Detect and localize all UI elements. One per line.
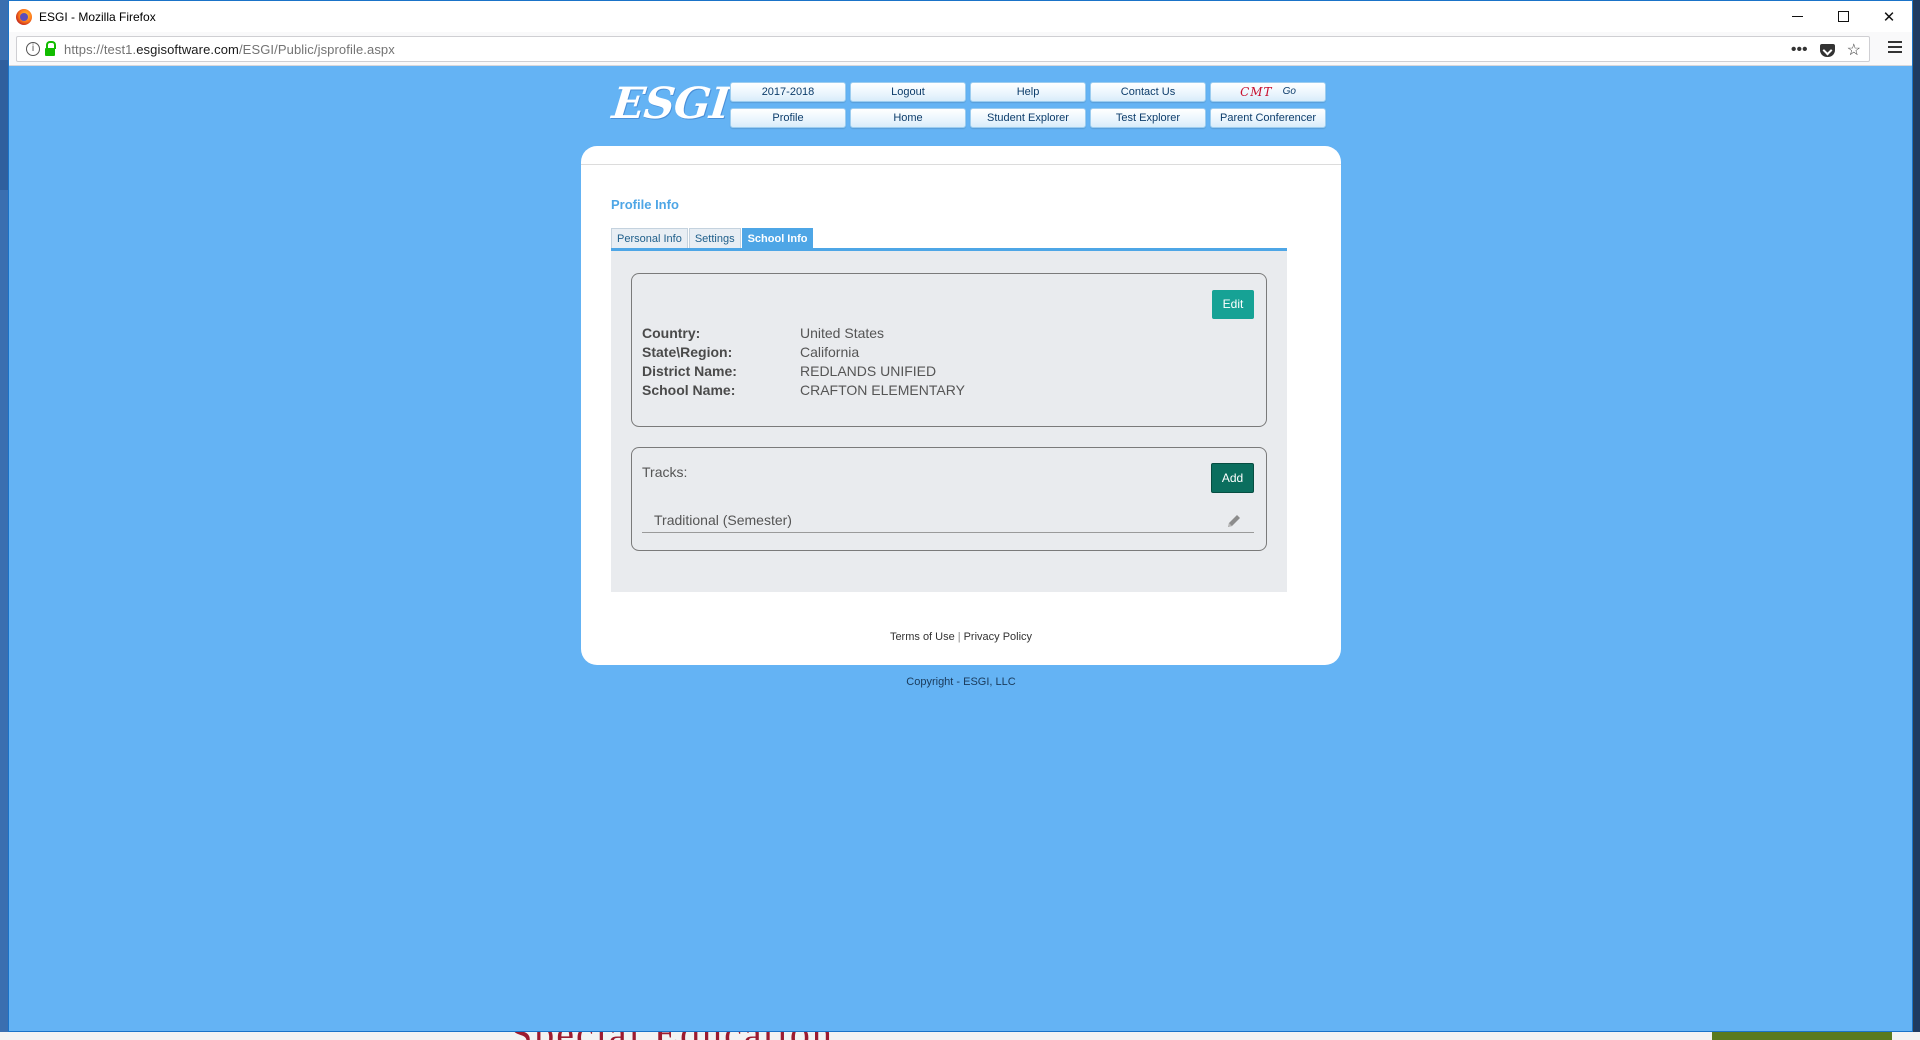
nav-test-explorer[interactable]: Test Explorer [1090,108,1206,128]
desktop-left-strip [0,60,8,190]
country-row: Country: United States [642,325,884,345]
bookmark-star-icon[interactable]: ☆ [1847,40,1861,60]
footer-separator: | [957,631,961,643]
lock-icon [45,40,56,56]
pocket-icon[interactable] [1819,43,1835,57]
page-content: ESGI 2017-2018 Logout Help Contact Us CM… [9,67,1914,1032]
school-label: School Name: [642,382,736,398]
pencil-icon[interactable] [1226,513,1242,529]
url-text[interactable]: https://test1.esgisoftware.com/ESGI/Publ… [64,42,395,57]
track-name: Traditional (Semester) [654,512,792,528]
terms-of-use-link[interactable]: Terms of Use [890,631,955,643]
district-label: District Name: [642,363,737,379]
district-row: District Name: REDLANDS UNIFIED [642,363,936,383]
nav-profile[interactable]: Profile [730,108,846,128]
copyright-text: Copyright - ESGI, LLC [906,676,1016,688]
esgi-logo[interactable]: ESGI [609,79,732,135]
add-track-button[interactable]: Add [1211,463,1254,493]
page-actions-icon[interactable]: ••• [1791,41,1808,59]
tab-school-info[interactable]: School Info [741,228,814,248]
background-window-peek: Special Education [0,1032,1920,1040]
tab-settings[interactable]: Settings [688,228,741,248]
close-icon: ✕ [1882,8,1896,26]
country-label: Country: [642,325,701,341]
footer-links: Terms of Use | Privacy Policy [581,631,1341,643]
tracks-box: Tracks: Add Traditional (Semester) [631,447,1267,551]
profile-tabs: Personal Info Settings School Info [611,226,1287,251]
nav-help[interactable]: Help [970,82,1086,102]
nav-logout[interactable]: Logout [850,82,966,102]
school-row: School Name: CRAFTON ELEMENTARY [642,382,965,402]
nav-school-year[interactable]: 2017-2018 [730,82,846,102]
page-title: Profile Info [611,197,679,212]
maximize-icon [1837,11,1849,22]
maximize-button[interactable] [1820,1,1866,32]
minimize-button[interactable] [1774,1,1820,32]
window-title: ESGI - Mozilla Firefox [39,9,156,24]
menu-icon[interactable] [1888,41,1902,53]
close-button[interactable]: ✕ [1866,1,1912,32]
nav-student-explorer[interactable]: Student Explorer [970,108,1086,128]
tab-personal-info[interactable]: Personal Info [611,228,688,248]
background-green-block [1712,1032,1892,1040]
url-host: esgisoftware.com [136,41,239,57]
track-row: Traditional (Semester) [642,511,1254,533]
profile-card: Profile Info Personal Info Settings Scho… [581,146,1341,665]
state-row: State\Region: California [642,344,859,364]
url-path: /ESGI/Public/jsprofile.aspx [238,41,395,57]
school-value: CRAFTON ELEMENTARY [800,382,965,398]
navigation-bar: i https://test1.esgisoftware.com/ESGI/Pu… [9,32,1912,66]
state-value: California [800,344,860,360]
url-actions: ••• ☆ [1791,37,1861,63]
cmt-logo: CMT [1240,85,1273,99]
privacy-policy-link[interactable]: Privacy Policy [964,631,1032,643]
edit-button[interactable]: Edit [1212,290,1254,319]
browser-window: ESGI - Mozilla Firefox ✕ i https://test1… [8,0,1913,1032]
desktop-right-edge [1914,0,1920,1040]
background-window-text: Special Education [510,1032,834,1040]
nav-cmt-go[interactable]: CMT Go [1210,82,1326,102]
state-label: State\Region: [642,344,733,360]
nav-contact-us[interactable]: Contact Us [1090,82,1206,102]
card-divider [581,164,1341,165]
nav-parent-conferencer[interactable]: Parent Conferencer [1210,108,1326,128]
main-nav: 2017-2018 Logout Help Contact Us CMT Go … [730,82,1326,128]
firefox-icon [16,8,32,25]
nav-home[interactable]: Home [850,108,966,128]
cmt-go-label: Go [1282,86,1296,97]
title-bar: ESGI - Mozilla Firefox ✕ [9,1,1912,32]
address-bar[interactable]: i https://test1.esgisoftware.com/ESGI/Pu… [16,36,1870,62]
school-details-box: Edit Country: United States State\Region… [631,273,1267,427]
minimize-icon [1791,16,1803,17]
district-value: REDLANDS UNIFIED [800,363,937,379]
site-info-icon[interactable]: i [26,42,40,56]
url-prefix: https://test1. [64,41,137,57]
school-info-panel: Edit Country: United States State\Region… [611,251,1287,592]
country-value: United States [800,325,885,341]
tracks-label: Tracks: [642,464,688,480]
window-controls: ✕ [1774,1,1912,32]
